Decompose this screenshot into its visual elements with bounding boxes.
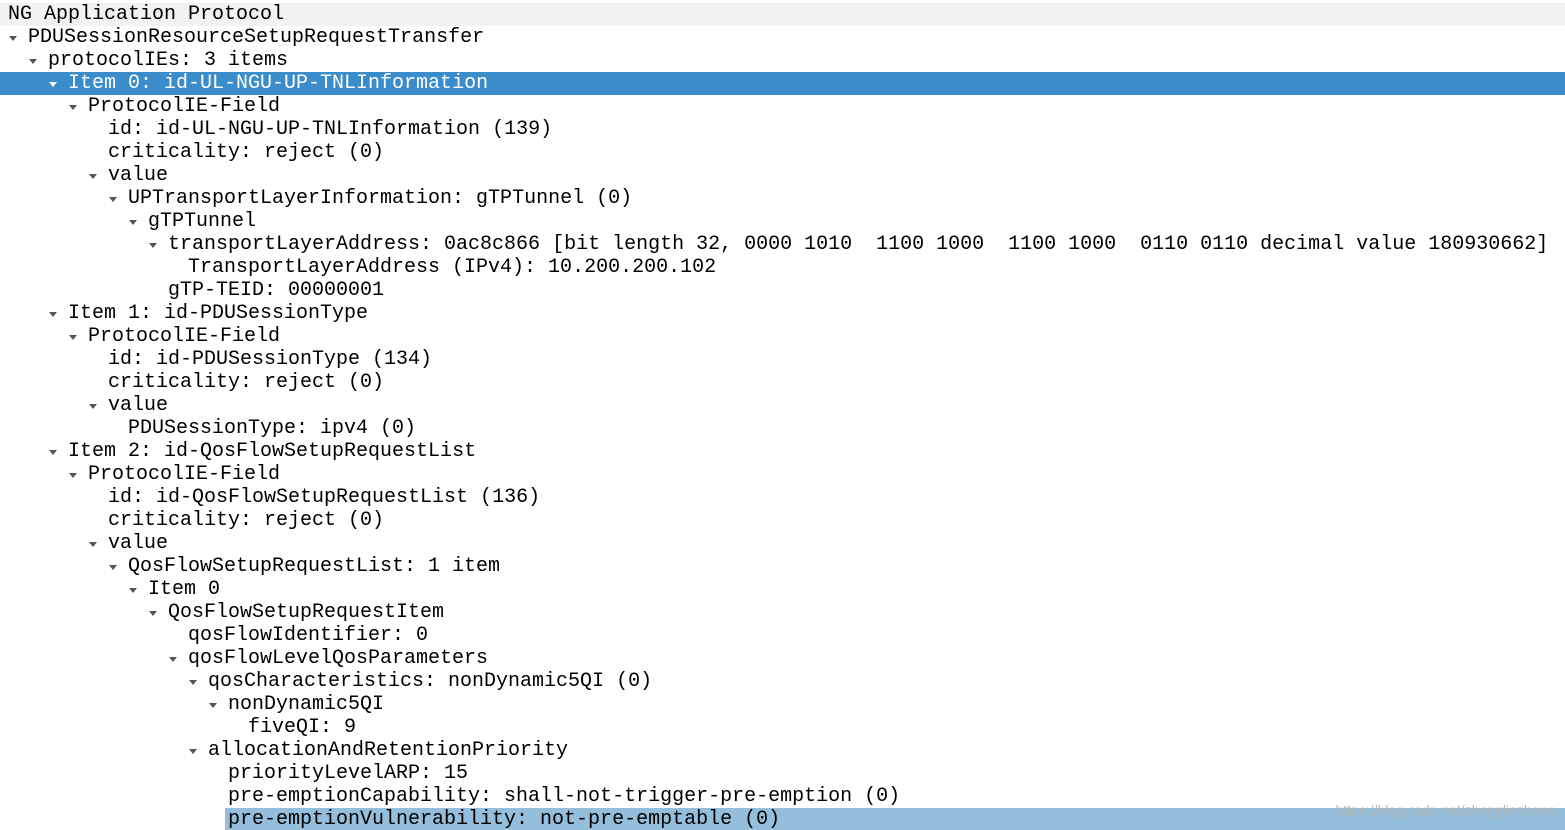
tree-row-label: PDUSessionType: ipv4 (0) — [128, 417, 417, 440]
tree-row-label: gTPTunnel — [148, 210, 257, 233]
tree-row[interactable]: Item 1: id-PDUSessionType — [0, 302, 1565, 325]
expand-arrow-icon[interactable] — [66, 325, 80, 348]
tree-row-label: ProtocolIE-Field — [88, 95, 281, 118]
tree-row[interactable]: value — [0, 532, 1565, 555]
tree-row-label: TransportLayerAddress (IPv4): 10.200.200… — [188, 256, 717, 279]
expand-arrow-icon[interactable] — [146, 601, 160, 624]
expand-arrow-icon[interactable] — [126, 578, 140, 601]
expand-arrow-icon[interactable] — [26, 49, 40, 72]
tree-row-label: priorityLevelARP: 15 — [228, 762, 469, 785]
tree-row[interactable]: PDUSessionType: ipv4 (0) — [0, 417, 1565, 440]
tree-row-label: ProtocolIE-Field — [88, 463, 281, 486]
tree-row[interactable]: ProtocolIE-Field — [0, 325, 1565, 348]
tree-row[interactable]: pre-emptionVulnerability: not-pre-emptab… — [0, 808, 1565, 830]
expand-arrow-icon[interactable] — [66, 95, 80, 118]
tree-row-label: id: id-PDUSessionType (134) — [108, 348, 433, 371]
tree-row-label: id: id-UL-NGU-UP-TNLInformation (139) — [108, 118, 553, 141]
tree-row[interactable]: priorityLevelARP: 15 — [0, 762, 1565, 785]
tree-row-label: Item 2: id-QosFlowSetupRequestList — [68, 440, 477, 463]
tree-row[interactable]: qosFlowIdentifier: 0 — [0, 624, 1565, 647]
tree-row[interactable]: criticality: reject (0) — [0, 141, 1565, 164]
expand-arrow-icon[interactable] — [66, 463, 80, 486]
expand-arrow-icon[interactable] — [46, 440, 60, 463]
tree-row[interactable]: gTP-TEID: 00000001 — [0, 279, 1565, 302]
tree-row-label: pre-emptionVulnerability: not-pre-emptab… — [228, 808, 781, 830]
expand-arrow-icon[interactable] — [146, 233, 160, 256]
tree-row-label: value — [108, 532, 169, 555]
tree-row[interactable]: allocationAndRetentionPriority — [0, 739, 1565, 762]
tree-row[interactable]: qosCharacteristics: nonDynamic5QI (0) — [0, 670, 1565, 693]
tree-row[interactable]: value — [0, 164, 1565, 187]
tree-row[interactable]: Item 2: id-QosFlowSetupRequestList — [0, 440, 1565, 463]
tree-row[interactable]: pre-emptionCapability: shall-not-trigger… — [0, 785, 1565, 808]
tree-row[interactable]: nonDynamic5QI — [0, 693, 1565, 716]
tree-row-label: transportLayerAddress: 0ac8c866 [bit len… — [168, 233, 1549, 256]
tree-row[interactable]: UPTransportLayerInformation: gTPTunnel (… — [0, 187, 1565, 210]
tree-row-label: nonDynamic5QI — [228, 693, 385, 716]
tree-row[interactable]: id: id-QosFlowSetupRequestList (136) — [0, 486, 1565, 509]
expand-arrow-icon[interactable] — [126, 210, 140, 233]
tree-row-label: UPTransportLayerInformation: gTPTunnel (… — [128, 187, 633, 210]
expand-arrow-icon[interactable] — [166, 647, 180, 670]
tree-row[interactable]: id: id-PDUSessionType (134) — [0, 348, 1565, 371]
expand-arrow-icon[interactable] — [46, 72, 60, 95]
tree-row[interactable]: fiveQI: 9 — [0, 716, 1565, 739]
protocol-header-row[interactable]: NG Application Protocol — [0, 3, 1565, 26]
tree-row-label: gTP-TEID: 00000001 — [168, 279, 385, 302]
tree-row-label: QosFlowSetupRequestItem — [168, 601, 445, 624]
tree-row-label: Item 1: id-PDUSessionType — [68, 302, 369, 325]
tree-row[interactable]: ProtocolIE-Field — [0, 95, 1565, 118]
tree-row-label: pre-emptionCapability: shall-not-trigger… — [228, 785, 901, 808]
tree-row[interactable]: gTPTunnel — [0, 210, 1565, 233]
tree-row[interactable]: qosFlowLevelQosParameters — [0, 647, 1565, 670]
tree-row-label: id: id-QosFlowSetupRequestList (136) — [108, 486, 541, 509]
expand-arrow-icon[interactable] — [86, 164, 100, 187]
watermark: https://blog.csdn.net/zhonglinzhang — [1335, 802, 1556, 818]
expand-arrow-icon[interactable] — [86, 394, 100, 417]
tree-row[interactable]: Item 0 — [0, 578, 1565, 601]
expand-arrow-icon[interactable] — [186, 670, 200, 693]
tree-row-label: ProtocolIE-Field — [88, 325, 281, 348]
expand-arrow-icon[interactable] — [106, 187, 120, 210]
tree-row-label: qosCharacteristics: nonDynamic5QI (0) — [208, 670, 653, 693]
expand-arrow-icon[interactable] — [106, 555, 120, 578]
tree-row-label: PDUSessionResourceSetupRequestTransfer — [28, 26, 485, 49]
tree-row-label: criticality: reject (0) — [108, 509, 385, 532]
tree-row-label: value — [108, 394, 169, 417]
tree-row[interactable]: PDUSessionResourceSetupRequestTransfer — [0, 26, 1565, 49]
tree-row[interactable]: id: id-UL-NGU-UP-TNLInformation (139) — [0, 118, 1565, 141]
tree-row-label: criticality: reject (0) — [108, 141, 385, 164]
tree-row[interactable]: criticality: reject (0) — [0, 509, 1565, 532]
tree-row-label: qosFlowLevelQosParameters — [188, 647, 489, 670]
tree-row[interactable]: transportLayerAddress: 0ac8c866 [bit len… — [0, 233, 1565, 256]
tree-row[interactable]: TransportLayerAddress (IPv4): 10.200.200… — [0, 256, 1565, 279]
tree-row[interactable]: Item 0: id-UL-NGU-UP-TNLInformation — [0, 72, 1565, 95]
tree-row-label: QosFlowSetupRequestList: 1 item — [128, 555, 501, 578]
tree-row[interactable]: QosFlowSetupRequestList: 1 item — [0, 555, 1565, 578]
tree-row-label: fiveQI: 9 — [248, 716, 357, 739]
tree-row-label: NG Application Protocol — [8, 3, 285, 26]
tree-row-label: allocationAndRetentionPriority — [208, 739, 569, 762]
tree-row[interactable]: QosFlowSetupRequestItem — [0, 601, 1565, 624]
expand-arrow-icon[interactable] — [46, 302, 60, 325]
expand-arrow-icon[interactable] — [186, 739, 200, 762]
tree-row-label: Item 0: id-UL-NGU-UP-TNLInformation — [68, 72, 489, 95]
tree-row[interactable]: criticality: reject (0) — [0, 371, 1565, 394]
tree-row[interactable]: value — [0, 394, 1565, 417]
expand-arrow-icon[interactable] — [86, 532, 100, 555]
expand-arrow-icon[interactable] — [206, 693, 220, 716]
expand-arrow-icon[interactable] — [6, 26, 20, 49]
tree-row-label: Item 0 — [148, 578, 221, 601]
packet-details-tree: NG Application Protocol PDUSessionResourc… — [0, 0, 1565, 830]
tree-row-label: qosFlowIdentifier: 0 — [188, 624, 429, 647]
tree-row[interactable]: protocolIEs: 3 items — [0, 49, 1565, 72]
tree-row-label: criticality: reject (0) — [108, 371, 385, 394]
tree-row[interactable]: ProtocolIE-Field — [0, 463, 1565, 486]
tree-row-label: protocolIEs: 3 items — [48, 49, 289, 72]
tree-row-label: value — [108, 164, 169, 187]
